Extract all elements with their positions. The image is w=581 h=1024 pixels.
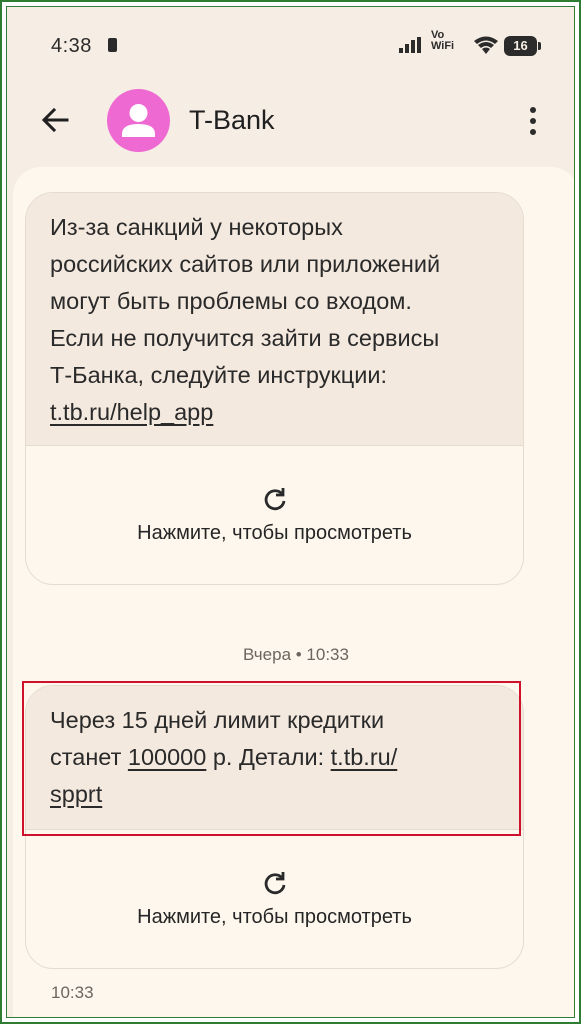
link-preview-button[interactable]: Нажмите, чтобы просмотреть	[26, 445, 523, 584]
status-time: 4:38	[51, 35, 92, 57]
message-line: Т-Банка, следуйте инструкции:	[50, 362, 387, 388]
screenshot-frame: 4:38 Vo WiFi 16 T-Bank Из-за санкций у н…	[0, 0, 581, 1024]
refresh-icon	[264, 487, 285, 510]
person-icon	[122, 104, 155, 137]
battery-tip	[538, 42, 541, 50]
battery-icon: 16	[504, 36, 537, 56]
message-line: Из-за санкций у некоторых	[50, 214, 343, 240]
message-timestamp: 10:33	[51, 983, 94, 1002]
link-preview-button[interactable]: Нажмите, чтобы просмотреть	[26, 829, 523, 968]
conversation-area[interactable]: Из-за санкций у некоторых российских сай…	[13, 167, 574, 1017]
back-arrow-icon[interactable]	[39, 104, 71, 136]
signal-icon	[399, 37, 421, 53]
status-bar: 4:38 Vo WiFi 16	[7, 7, 574, 83]
preview-label: Нажмите, чтобы просмотреть	[137, 905, 412, 928]
contact-name: T-Bank	[189, 105, 275, 135]
highlight-box	[22, 681, 521, 836]
message-line: российских сайтов или приложений	[50, 251, 441, 277]
message-bubble[interactable]: Из-за санкций у некоторых российских сай…	[25, 192, 524, 585]
message-line: Если не получится зайти в сервисы	[50, 325, 440, 351]
wifi-icon	[474, 36, 498, 54]
message-text: Из-за санкций у некоторых российских сай…	[26, 193, 523, 445]
vowifi-label: Vo WiFi	[431, 29, 455, 52]
preview-label: Нажмите, чтобы просмотреть	[137, 521, 412, 544]
more-options-icon[interactable]	[525, 105, 541, 137]
phone-screen: 4:38 Vo WiFi 16 T-Bank Из-за санкций у н…	[6, 6, 575, 1018]
message-line: могут быть проблемы со входом.	[50, 288, 412, 314]
date-separator: Вчера • 10:33	[243, 645, 349, 664]
refresh-icon	[264, 871, 285, 894]
help-link[interactable]: t.tb.ru/help_app	[50, 399, 213, 425]
contact-avatar[interactable]	[107, 89, 170, 152]
battery-saver-icon	[108, 38, 117, 52]
